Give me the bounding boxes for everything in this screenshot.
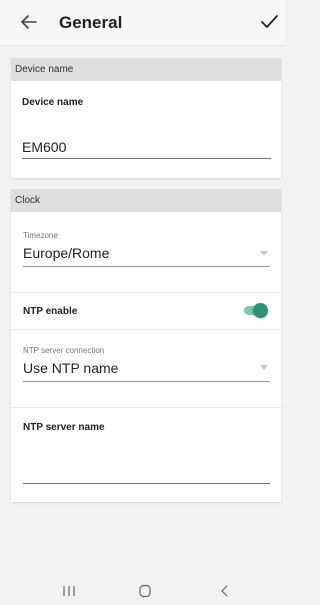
- system-nav-bar: [0, 577, 285, 605]
- timezone-label: Timezone: [23, 231, 58, 240]
- ntp-server-connection-select[interactable]: Use NTP name: [23, 360, 118, 376]
- timezone-select[interactable]: Europe/Rome: [23, 245, 109, 261]
- divider: [11, 329, 281, 330]
- ntp-server-name-input-underline: [23, 483, 270, 484]
- device-name-label: Device name: [22, 97, 84, 108]
- chevron-down-icon[interactable]: [260, 365, 268, 370]
- back-icon[interactable]: [215, 582, 235, 600]
- chevron-down-icon[interactable]: [260, 251, 268, 256]
- recent-apps-icon[interactable]: [59, 582, 79, 600]
- divider: [11, 292, 281, 293]
- device-name-card: Device name Device name EM600: [11, 58, 281, 178]
- device-name-section-header: Device name: [11, 58, 281, 81]
- page-title: General: [59, 13, 123, 32]
- toggle-thumb: [253, 303, 268, 318]
- ntp-server-name-input[interactable]: [23, 459, 270, 477]
- divider: [11, 407, 281, 408]
- ntp-enable-toggle[interactable]: [242, 303, 268, 319]
- clock-card: Clock Timezone Europe/Rome NTP enable NT…: [11, 189, 281, 502]
- ntp-server-connection-select-underline: [23, 381, 270, 382]
- arrow-left-icon[interactable]: [18, 11, 40, 33]
- device-name-input[interactable]: EM600: [22, 139, 66, 155]
- timezone-select-underline: [23, 266, 270, 267]
- app-bar: General: [0, 0, 285, 46]
- clock-section-header: Clock: [11, 189, 281, 212]
- device-name-input-underline: [22, 158, 271, 159]
- ntp-enable-label: NTP enable: [23, 306, 78, 317]
- home-icon[interactable]: [135, 582, 155, 600]
- check-icon[interactable]: [259, 12, 279, 32]
- ntp-server-connection-label: NTP server connection: [23, 346, 105, 355]
- ntp-server-name-label: NTP server name: [23, 422, 105, 433]
